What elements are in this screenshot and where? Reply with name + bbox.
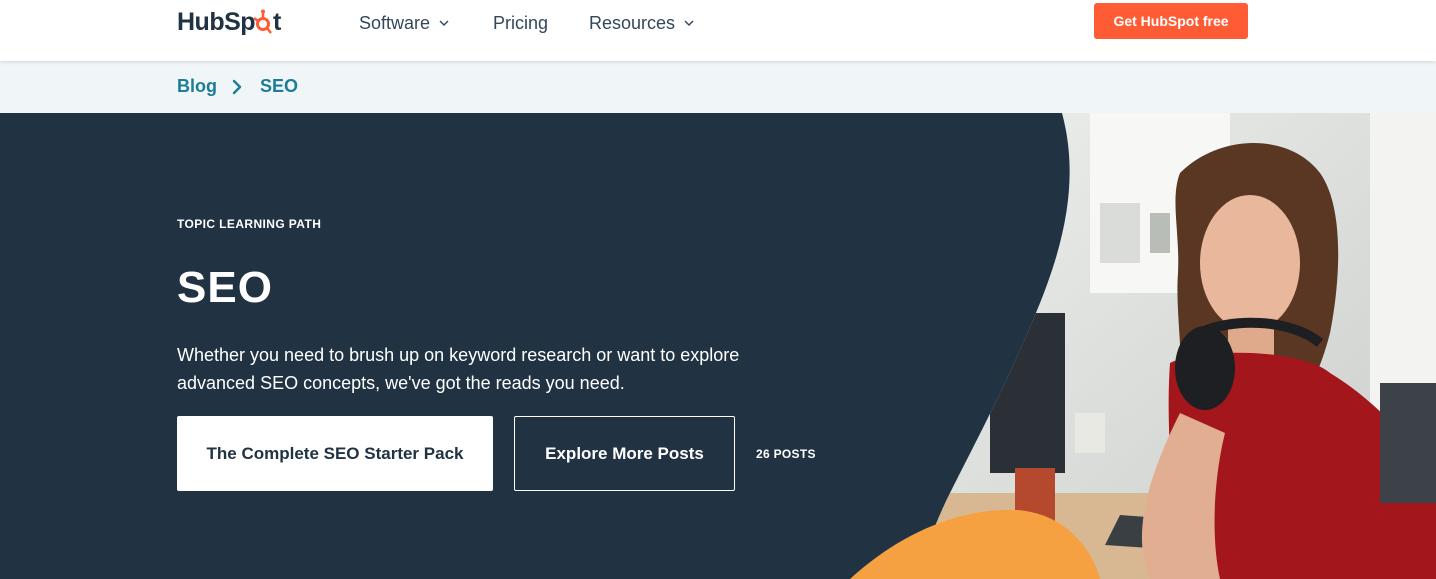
logo-text-end: t: [273, 7, 281, 36]
hero-eyebrow: TOPIC LEARNING PATH: [177, 217, 322, 231]
hero-section: TOPIC LEARNING PATH SEO Whether you need…: [0, 113, 1436, 579]
hero-description: Whether you need to brush up on keyword …: [177, 345, 740, 393]
logo-text-start: HubSp: [177, 7, 256, 36]
nav-item-label: Software: [359, 12, 431, 33]
nav-item-pricing[interactable]: Pricing: [493, 10, 548, 36]
breadcrumb-item-seo[interactable]: SEO: [260, 76, 298, 97]
page-title: SEO: [177, 263, 273, 312]
explore-more-posts-button[interactable]: Explore More Posts: [514, 416, 735, 491]
post-count: 26 POSTS: [756, 447, 816, 461]
sprocket-icon: [253, 8, 273, 36]
nav-item-resources[interactable]: Resources: [589, 10, 694, 36]
nav-item-label: Resources: [589, 12, 676, 33]
chevron-right-icon: [231, 79, 243, 95]
seo-starter-pack-button[interactable]: The Complete SEO Starter Pack: [177, 416, 493, 491]
get-hubspot-free-button[interactable]: Get HubSpot free: [1094, 3, 1248, 39]
breadcrumb: Blog SEO: [0, 61, 1436, 113]
chevron-down-icon: [439, 18, 449, 28]
nav-item-label: Pricing: [493, 12, 549, 33]
nav-item-software[interactable]: Software: [359, 10, 449, 36]
hubspot-logo[interactable]: HubSp t: [177, 6, 281, 38]
top-navigation: HubSp t Software Pricing Resources Get Hu…: [0, 0, 1436, 61]
chevron-down-icon: [684, 18, 694, 28]
breadcrumb-item-blog[interactable]: Blog: [177, 76, 217, 97]
